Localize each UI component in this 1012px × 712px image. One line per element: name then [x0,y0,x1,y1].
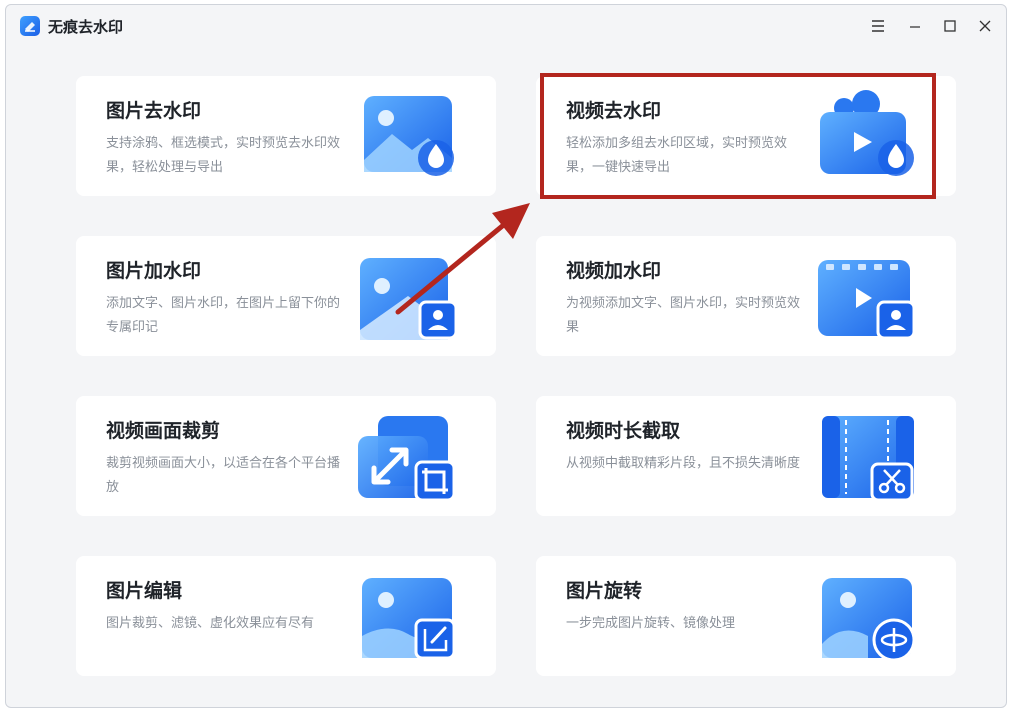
annotation-arrow [395,203,530,315]
